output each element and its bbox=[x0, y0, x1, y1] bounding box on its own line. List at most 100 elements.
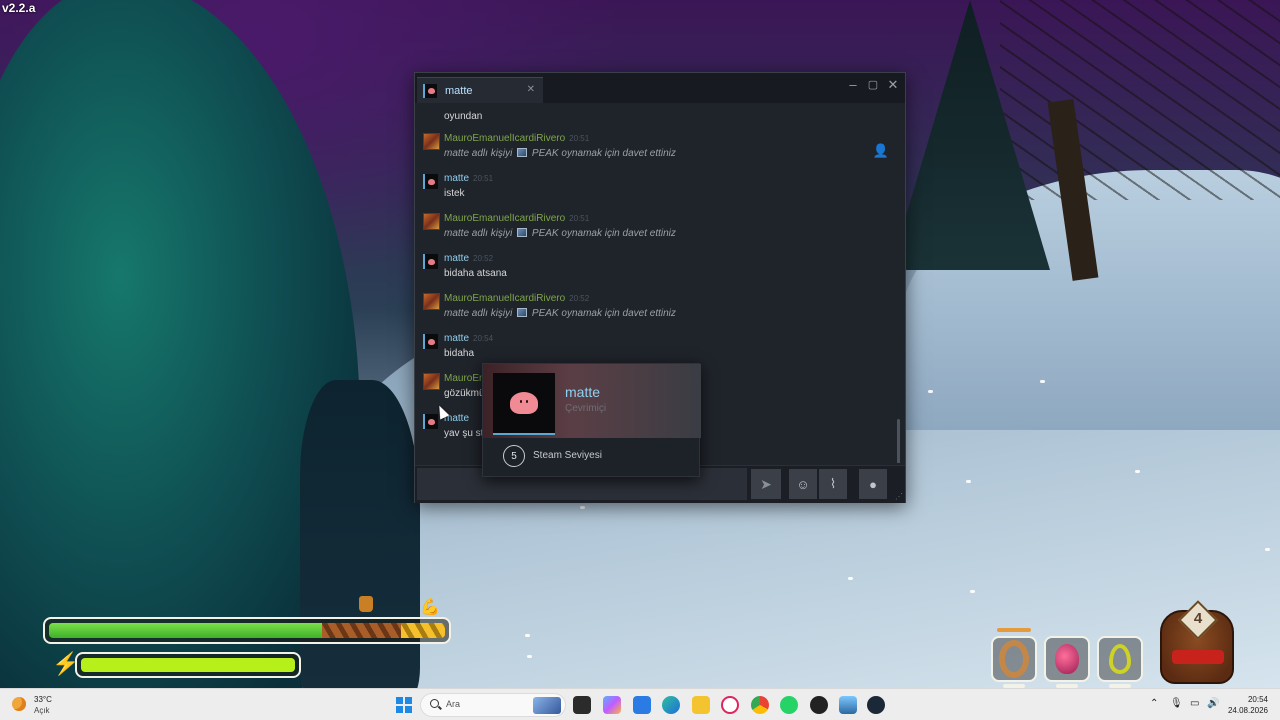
chat-titlebar[interactable]: matte ✕ – ▢ ✕ bbox=[415, 73, 905, 103]
friend-avatar[interactable] bbox=[423, 254, 438, 269]
message-author[interactable]: MauroEmanuelIcardiRivero 20:51 bbox=[444, 213, 589, 224]
tray-overflow-icon[interactable]: ⌃ bbox=[1150, 698, 1158, 709]
message-author[interactable]: MauroEmanuelIcardiRivero 20:51 bbox=[444, 133, 589, 144]
message-group: MauroEmanuelIcardiRivero 20:51 matte adlı… bbox=[423, 133, 883, 167]
message-author[interactable]: matte 20:52 bbox=[444, 253, 493, 264]
steam-icon[interactable] bbox=[867, 696, 885, 714]
message-time: 20:51 bbox=[569, 214, 590, 223]
whatsapp-icon[interactable] bbox=[780, 696, 798, 714]
snowflake bbox=[580, 506, 585, 509]
user-avatar[interactable] bbox=[423, 373, 440, 390]
bare-branches bbox=[1000, 0, 1280, 200]
backpack-count: 4 bbox=[1193, 610, 1203, 627]
profile-avatar[interactable] bbox=[493, 373, 555, 435]
message-text: gözükmü bbox=[444, 388, 485, 399]
microphone-icon[interactable]: 🎙 bbox=[1170, 698, 1183, 709]
steam-level-label: Steam Seviyesi bbox=[533, 450, 602, 461]
chat-tab-matte[interactable]: matte ✕ bbox=[417, 77, 543, 103]
start-icon[interactable] bbox=[396, 697, 412, 713]
game-app-icon[interactable] bbox=[839, 696, 857, 714]
resize-grip-icon[interactable]: ⋰ bbox=[895, 492, 903, 501]
windows-taskbar: 33°C Açık Ara ⌃ 🎙 ▭ 🔊 20:54 24.08.2026 bbox=[0, 688, 1280, 720]
edge-icon[interactable] bbox=[662, 696, 680, 714]
profile-name: matte bbox=[565, 384, 601, 400]
friend-avatar[interactable] bbox=[423, 334, 438, 349]
message-author[interactable]: MauroEm bbox=[444, 373, 487, 384]
task-view-icon[interactable] bbox=[573, 696, 591, 714]
message-group: matte 20:51 istek bbox=[423, 173, 883, 207]
hunger-fill bbox=[322, 623, 401, 638]
game-icon bbox=[517, 228, 528, 237]
inventory-slot-potion[interactable] bbox=[1044, 636, 1090, 682]
user-avatar[interactable] bbox=[423, 293, 440, 310]
snowflake bbox=[848, 577, 853, 580]
app-icon[interactable] bbox=[810, 696, 828, 714]
copilot-icon[interactable] bbox=[603, 696, 621, 714]
snowflake bbox=[966, 480, 971, 483]
message-time: 20:51 bbox=[473, 174, 494, 183]
send-button[interactable]: ➤ bbox=[751, 469, 781, 499]
message-author[interactable]: matte 20:51 bbox=[444, 173, 493, 184]
weather-icon[interactable] bbox=[12, 697, 26, 711]
message-author[interactable]: matte 20:54 bbox=[444, 333, 493, 344]
message-time: 20:52 bbox=[569, 294, 590, 303]
invite-message: matte adlı kişiyi PEAK oynamak için dave… bbox=[444, 148, 676, 159]
snowflake bbox=[928, 390, 933, 393]
snowflake bbox=[525, 634, 530, 637]
friend-avatar[interactable] bbox=[423, 414, 438, 429]
game-version-label: v2.2.a bbox=[2, 1, 36, 15]
potion-icon bbox=[1055, 644, 1079, 674]
profile-hover-card: matte Çevrimiçi 5 Steam Seviyesi bbox=[482, 363, 701, 477]
search-highlight-image bbox=[533, 697, 561, 714]
inventory-slot-flask[interactable] bbox=[1097, 636, 1143, 682]
search-icon bbox=[430, 699, 439, 708]
voice-button[interactable]: ● bbox=[859, 469, 887, 499]
volume-icon[interactable]: 🔊 bbox=[1207, 698, 1219, 709]
weight-fill bbox=[401, 623, 445, 638]
display-icon[interactable]: ▭ bbox=[1190, 698, 1199, 709]
drop-icon bbox=[1109, 644, 1131, 674]
attach-button[interactable]: ⌇ bbox=[819, 469, 847, 499]
rope-icon bbox=[999, 640, 1029, 678]
weather-temperature[interactable]: 33°C bbox=[34, 695, 52, 704]
snowflake bbox=[970, 590, 975, 593]
chrome-icon[interactable] bbox=[751, 696, 769, 714]
user-avatar[interactable] bbox=[423, 133, 440, 150]
close-window-button[interactable]: ✕ bbox=[883, 77, 903, 93]
file-explorer-icon[interactable] bbox=[692, 696, 710, 714]
friend-avatar bbox=[423, 83, 437, 98]
weather-description[interactable]: Açık bbox=[34, 706, 50, 715]
message-text: oyundan bbox=[444, 111, 483, 122]
snowflake bbox=[527, 655, 532, 658]
stamina-bar bbox=[75, 652, 301, 678]
invite-message: matte adlı kişiyi PEAK oynamak için dave… bbox=[444, 308, 676, 319]
snowflake bbox=[1135, 470, 1140, 473]
message-time: 20:54 bbox=[473, 334, 494, 343]
message-scrollbar[interactable] bbox=[897, 419, 900, 463]
inventory-slot-rope[interactable] bbox=[991, 636, 1037, 682]
emoticon-button[interactable]: ☺ bbox=[789, 469, 817, 499]
profile-status: Çevrimiçi bbox=[565, 403, 607, 414]
user-avatar[interactable] bbox=[423, 213, 440, 230]
add-friend-icon[interactable]: 👤 bbox=[873, 143, 889, 159]
stamina-fill bbox=[81, 658, 295, 672]
steam-level-badge: 5 bbox=[503, 445, 525, 467]
message-author[interactable]: MauroEmanuelIcardiRivero 20:52 bbox=[444, 293, 589, 304]
store-icon[interactable] bbox=[633, 696, 651, 714]
message-text: bidaha atsana bbox=[444, 268, 507, 279]
maximize-button[interactable]: ▢ bbox=[863, 78, 883, 91]
message-text: istek bbox=[444, 188, 465, 199]
message-group: matte 20:54 bidaha bbox=[423, 333, 883, 367]
clock-time[interactable]: 20:54 bbox=[1238, 695, 1268, 704]
minimize-button[interactable]: – bbox=[843, 77, 863, 92]
close-tab-icon[interactable]: ✕ bbox=[527, 84, 535, 95]
clock-date[interactable]: 24.08.2026 bbox=[1224, 706, 1268, 715]
game-icon bbox=[517, 308, 528, 317]
friend-avatar[interactable] bbox=[423, 174, 438, 189]
taskbar-search[interactable]: Ara bbox=[420, 693, 566, 717]
message-group: MauroEmanuelIcardiRivero 20:52 matte adlı… bbox=[423, 293, 883, 327]
message-time: 20:52 bbox=[473, 254, 494, 263]
opera-icon[interactable] bbox=[721, 696, 739, 714]
snowflake bbox=[1265, 548, 1270, 551]
message-group: matte 20:52 bidaha atsana bbox=[423, 253, 883, 287]
